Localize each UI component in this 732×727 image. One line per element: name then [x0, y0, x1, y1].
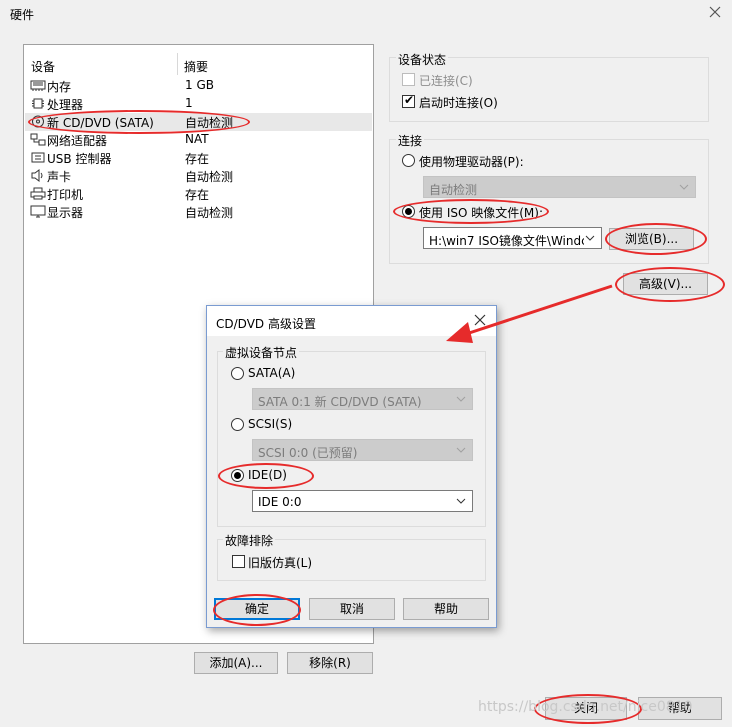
ide-node-value: IDE 0:0: [258, 495, 302, 509]
physical-drive-radio[interactable]: [402, 154, 415, 167]
annotation-arrow: [446, 284, 613, 343]
memory-icon: [30, 80, 46, 91]
ide-radio[interactable]: [231, 469, 244, 482]
device-row-cd-dvd[interactable]: 新 CD/DVD (SATA) 自动检测: [25, 113, 372, 131]
scsi-node-value: SCSI 0:0 (已预留): [258, 446, 358, 460]
iso-file-radio[interactable]: [402, 205, 415, 218]
physical-drive-select[interactable]: 自动检测: [423, 176, 696, 198]
cd-dvd-advanced-dialog[interactable]: CD/DVD 高级设置 虚拟设备节点 SATA(A) SATA 0:1 新 CD…: [206, 305, 497, 628]
troubleshoot-title: 故障排除: [223, 532, 276, 549]
chevron-down-icon: [456, 498, 466, 504]
connected-label: 已连接(C): [419, 74, 473, 88]
device-row-cpu[interactable]: 处理器 1: [25, 95, 372, 113]
dialog-help-button[interactable]: 帮助: [403, 598, 489, 620]
cancel-button[interactable]: 取消: [309, 598, 395, 620]
device-name: 处理器: [47, 98, 84, 112]
device-name: 新 CD/DVD (SATA): [47, 116, 154, 130]
column-header-device[interactable]: 设备: [31, 58, 55, 75]
column-header-summary[interactable]: 摘要: [184, 58, 208, 75]
chevron-down-icon: [456, 447, 466, 453]
monitor-icon: [30, 205, 46, 218]
device-row-printer[interactable]: 打印机 存在: [25, 185, 372, 203]
cpu-icon: [32, 98, 44, 109]
connected-checkbox[interactable]: [402, 73, 415, 86]
chevron-down-icon: [679, 184, 689, 190]
device-name: 打印机: [47, 188, 84, 202]
iso-path-select[interactable]: H:\win7 ISO镜像文件\Windc: [423, 227, 602, 249]
iso-path-value: H:\win7 ISO镜像文件\Windc: [429, 234, 584, 248]
speaker-icon: [31, 169, 43, 182]
device-summary: 1: [185, 96, 193, 110]
connection-title: 连接: [396, 132, 425, 149]
connect-on-power-label: 启动时连接(O): [419, 96, 498, 110]
dialog-title: CD/DVD 高级设置: [216, 317, 316, 331]
ide-label: IDE(D): [248, 468, 287, 482]
sata-label: SATA(A): [248, 366, 296, 380]
virtual-node-title: 虚拟设备节点: [223, 344, 300, 361]
watermark: https://blog.csdn.net/nice0810: [478, 699, 693, 715]
device-summary: NAT: [185, 132, 209, 146]
window-title: 硬件: [10, 8, 35, 22]
device-name: 网络适配器: [47, 134, 108, 148]
advanced-button[interactable]: 高级(V)...: [623, 273, 708, 295]
device-name: 显示器: [47, 206, 84, 220]
device-summary: 存在: [185, 152, 210, 166]
device-summary: 自动检测: [185, 206, 234, 220]
device-summary: 1 GB: [185, 78, 214, 92]
network-adapter-icon: [30, 133, 46, 146]
device-row-memory[interactable]: 内存 1 GB: [25, 77, 372, 95]
chevron-down-icon: [585, 235, 595, 241]
physical-drive-label: 使用物理驱动器(P):: [419, 155, 524, 169]
device-row-display[interactable]: 显示器 自动检测: [25, 203, 372, 221]
device-row-network[interactable]: 网络适配器 NAT: [25, 131, 372, 149]
ide-node-select[interactable]: IDE 0:0: [252, 490, 473, 512]
device-name: USB 控制器: [47, 152, 112, 166]
close-icon[interactable]: [707, 4, 723, 20]
scsi-radio[interactable]: [231, 418, 244, 431]
checkmark-icon: ✔: [404, 93, 415, 107]
device-summary: 自动检测: [185, 170, 234, 184]
device-summary: 自动检测: [185, 116, 234, 130]
legacy-emulation-checkbox[interactable]: [232, 555, 245, 568]
usb-icon: [31, 152, 45, 163]
device-status-title: 设备状态: [396, 51, 449, 68]
physical-drive-value: 自动检测: [429, 183, 478, 197]
sata-radio[interactable]: [231, 367, 244, 380]
legacy-emulation-label: 旧版仿真(L): [248, 556, 313, 570]
sata-node-value: SATA 0:1 新 CD/DVD (SATA): [258, 395, 422, 409]
sata-node-select[interactable]: SATA 0:1 新 CD/DVD (SATA): [252, 388, 473, 410]
device-row-sound[interactable]: 声卡 自动检测: [25, 167, 372, 185]
device-row-usb[interactable]: USB 控制器 存在: [25, 149, 372, 167]
connect-on-power-checkbox[interactable]: ✔: [402, 93, 415, 108]
chevron-down-icon: [456, 396, 466, 402]
scsi-label: SCSI(S): [248, 417, 293, 431]
device-summary: 存在: [185, 188, 210, 202]
device-name: 声卡: [47, 170, 72, 184]
device-name: 内存: [47, 80, 72, 94]
scsi-node-select[interactable]: SCSI 0:0 (已预留): [252, 439, 473, 461]
add-device-button[interactable]: 添加(A)...: [194, 652, 278, 674]
ok-button[interactable]: 确定: [214, 598, 300, 620]
column-divider[interactable]: [177, 53, 178, 75]
browse-button[interactable]: 浏览(B)...: [609, 228, 694, 250]
remove-device-button[interactable]: 移除(R): [287, 652, 373, 674]
printer-icon: [30, 187, 46, 200]
iso-file-label: 使用 ISO 映像文件(M):: [419, 206, 543, 220]
cd-dvd-icon: [32, 115, 44, 128]
